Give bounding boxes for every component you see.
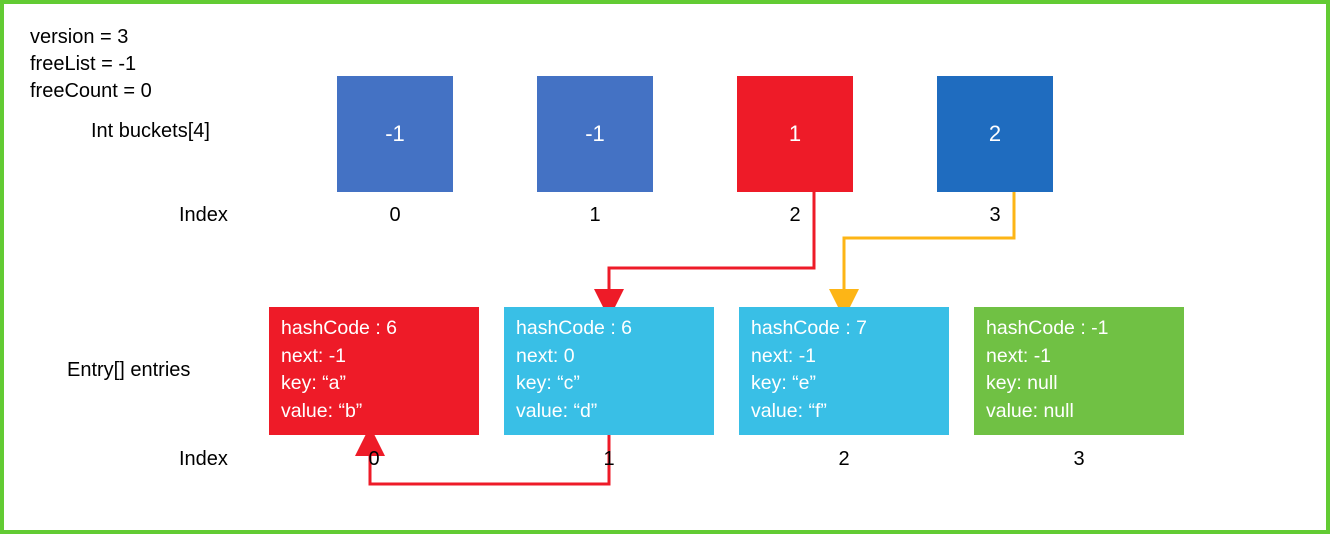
entry-2-key: key: “e” [751,370,937,398]
entry-3-key: key: null [986,370,1172,398]
entry-index-1: 1 [594,448,624,471]
entry-index-0: 0 [359,448,389,471]
entry-2: hashCode : 7next: -1key: “e”value: “f” [739,307,949,435]
bucket-3: 2 [937,76,1053,192]
meta-version: version = 3 [30,24,152,51]
entry-3-value: value: null [986,398,1172,426]
entry-0-value: value: “b” [281,398,467,426]
buckets-label: Int buckets[4] [91,120,210,143]
bucket-index-3: 3 [980,204,1010,227]
entry-1-next: next: 0 [516,343,702,371]
entry-2-value: value: “f” [751,398,937,426]
entries-label: Entry[] entries [67,359,190,382]
entries-index-label: Index [179,448,228,471]
entry-0: hashCode : 6next: -1key: “a”value: “b” [269,307,479,435]
entry-index-2: 2 [829,448,859,471]
buckets-index-label: Index [179,204,228,227]
entry-1-key: key: “c” [516,370,702,398]
meta-freecount: freeCount = 0 [30,78,152,105]
meta-freelist: freeList = -1 [30,51,152,78]
entry-0-next: next: -1 [281,343,467,371]
entry-1-hashCode: hashCode : 6 [516,315,702,343]
bucket-1: -1 [537,76,653,192]
entry-3: hashCode : -1next: -1key: nullvalue: nul… [974,307,1184,435]
entry-1: hashCode : 6next: 0key: “c”value: “d” [504,307,714,435]
bucket-2: 1 [737,76,853,192]
entry-1-value: value: “d” [516,398,702,426]
entry-0-hashCode: hashCode : 6 [281,315,467,343]
entry-2-next: next: -1 [751,343,937,371]
bucket-index-1: 1 [580,204,610,227]
bucket-0: -1 [337,76,453,192]
entry-index-3: 3 [1064,448,1094,471]
entry1-to-entry0 [370,435,609,484]
diagram-frame: version = 3 freeList = -1 freeCount = 0 … [0,0,1330,534]
meta-block: version = 3 freeList = -1 freeCount = 0 [30,24,152,105]
entry-2-hashCode: hashCode : 7 [751,315,937,343]
entry-3-hashCode: hashCode : -1 [986,315,1172,343]
bucket-index-0: 0 [380,204,410,227]
bucket-index-2: 2 [780,204,810,227]
entry-3-next: next: -1 [986,343,1172,371]
entry-0-key: key: “a” [281,370,467,398]
